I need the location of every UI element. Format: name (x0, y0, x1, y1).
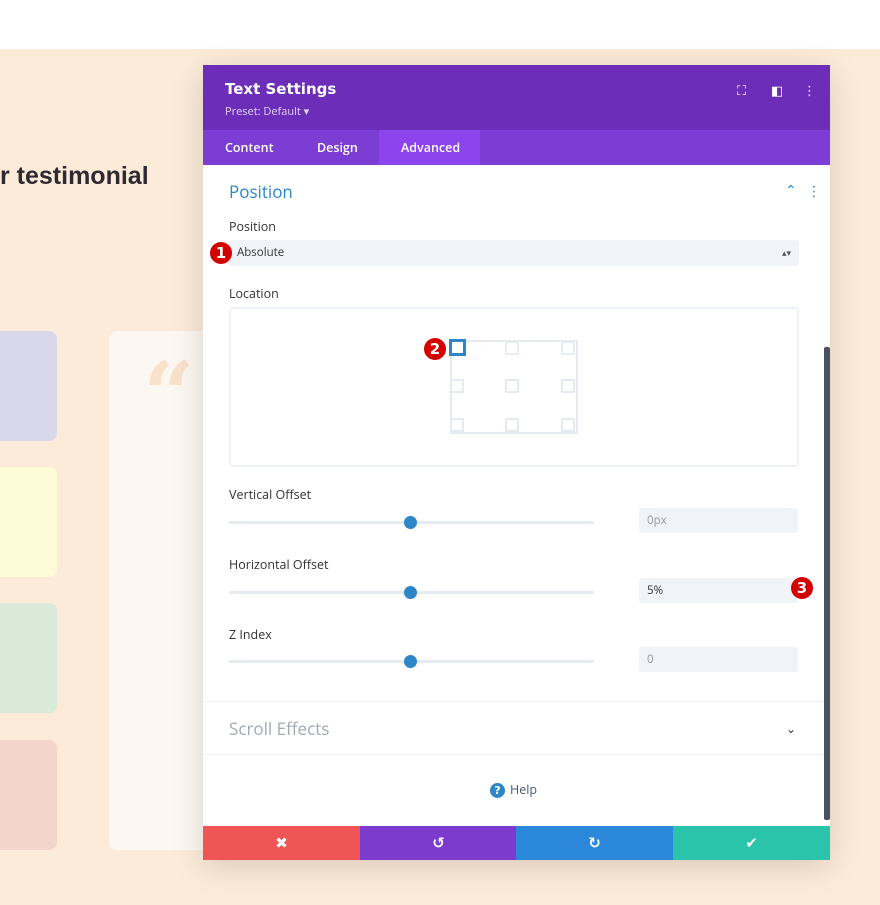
z-index-input[interactable]: 0 (639, 647, 798, 672)
save-button[interactable]: ✔ (673, 826, 830, 860)
help-label: Help (510, 781, 538, 798)
location-center-left[interactable] (450, 379, 464, 393)
color-card (0, 331, 57, 441)
position-select[interactable]: Absolute ▴▾ (229, 240, 799, 266)
position-label: Position (229, 218, 276, 235)
location-top-center[interactable] (505, 341, 519, 355)
undo-icon: ↺ (432, 834, 445, 852)
slider-thumb[interactable] (404, 516, 417, 529)
quote-icon: “ (143, 342, 195, 448)
divider (203, 701, 830, 702)
location-center-right[interactable] (561, 379, 575, 393)
preset-dropdown[interactable]: Preset: Default ▾ (225, 104, 309, 119)
cancel-button[interactable]: ✖ (203, 826, 360, 860)
position-section-title[interactable]: Position (229, 180, 293, 203)
vertical-offset-slider[interactable] (229, 516, 594, 529)
step-badge-3: 3 (791, 577, 813, 599)
chevron-down-icon[interactable]: ⌄ (786, 720, 796, 737)
redo-button[interactable]: ↻ (516, 826, 673, 860)
vertical-offset-input[interactable]: 0px (639, 508, 798, 533)
location-top-left[interactable] (449, 339, 466, 356)
help-link[interactable]: ? Help (490, 781, 537, 798)
fullscreen-icon[interactable]: ⛶ (737, 81, 746, 99)
z-index-label: Z Index (229, 626, 272, 643)
chevron-up-icon[interactable]: ⌃ (785, 181, 797, 200)
z-index-slider[interactable] (229, 655, 594, 668)
slider-thumb[interactable] (404, 586, 417, 599)
tab-content[interactable]: Content (203, 130, 296, 165)
redo-icon: ↻ (588, 834, 601, 852)
split-view-icon[interactable]: ◧ (771, 81, 783, 99)
section-options-icon[interactable]: ⋮ (807, 182, 821, 201)
scrollbar[interactable] (824, 347, 830, 820)
color-card (0, 467, 57, 577)
location-top-right[interactable] (561, 341, 575, 355)
horizontal-offset-input[interactable]: 5% (639, 578, 798, 603)
divider (203, 754, 830, 755)
color-card (0, 603, 57, 713)
panel-title: Text Settings (225, 80, 337, 98)
horizontal-offset-slider[interactable] (229, 586, 594, 599)
top-bar (0, 0, 880, 49)
location-bottom-right[interactable] (561, 418, 575, 432)
slider-thumb[interactable] (404, 655, 417, 668)
location-bottom-left[interactable] (450, 418, 464, 432)
scroll-effects-section[interactable]: Scroll Effects (229, 717, 329, 740)
tab-advanced[interactable]: Advanced (379, 130, 480, 165)
vertical-offset-label: Vertical Offset (229, 486, 312, 503)
location-label: Location (229, 285, 279, 302)
close-icon: ✖ (275, 834, 288, 852)
page-headline: r testimonial (0, 162, 149, 190)
select-arrows-icon: ▴▾ (781, 246, 791, 259)
location-center[interactable] (505, 379, 519, 393)
help-icon: ? (490, 783, 505, 798)
tab-design[interactable]: Design (295, 130, 380, 165)
step-badge-1: 1 (210, 242, 232, 264)
undo-button[interactable]: ↺ (360, 826, 517, 860)
color-card (0, 740, 57, 850)
tab-bar: Content Design Advanced (203, 130, 830, 165)
step-badge-2: 2 (424, 338, 446, 360)
horizontal-offset-label: Horizontal Offset (229, 556, 329, 573)
more-options-icon[interactable]: ⋮ (803, 81, 816, 99)
text-settings-panel: Text Settings Preset: Default ▾ ⛶ ◧ ⋮ Co… (203, 65, 830, 860)
check-icon: ✔ (745, 834, 758, 852)
panel-header: Text Settings Preset: Default ▾ ⛶ ◧ ⋮ (203, 65, 830, 130)
position-select-value: Absolute (237, 245, 285, 260)
location-bottom-center[interactable] (505, 418, 519, 432)
